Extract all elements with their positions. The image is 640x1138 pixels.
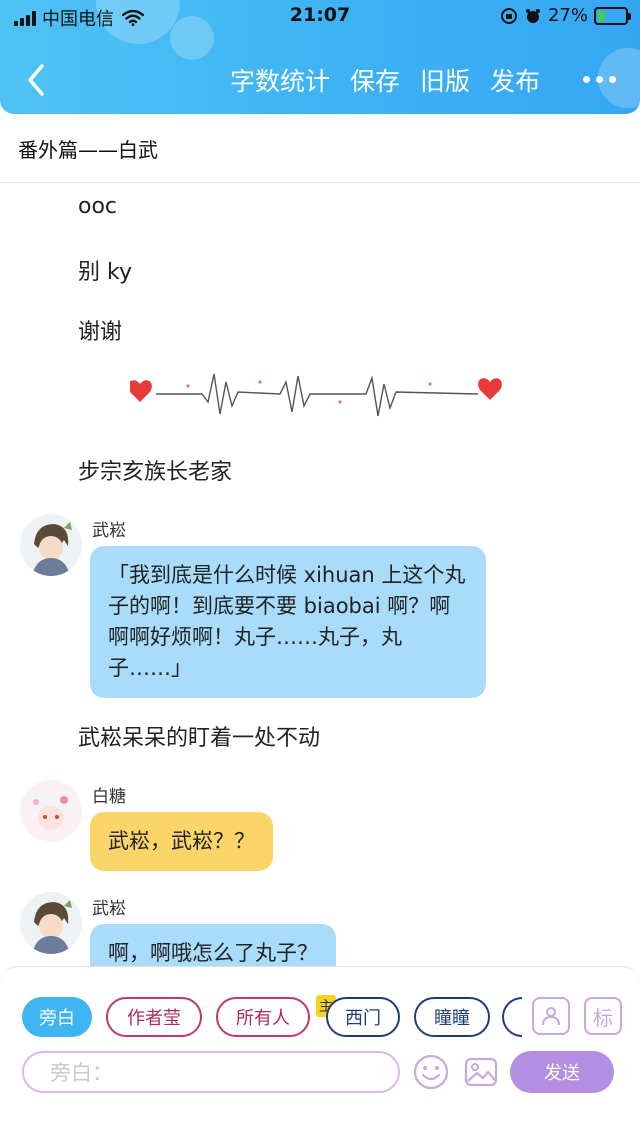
more-icon[interactable] [583, 76, 616, 83]
send-button[interactable]: 发送 [510, 1051, 614, 1093]
narration-line: 步宗亥族长老家 [78, 460, 233, 485]
nav-bar: 字数统计 保存 旧版 发布 [0, 56, 640, 104]
battery-percent: 27% [547, 5, 588, 26]
narration-line: ooc [78, 194, 118, 219]
role-chip-author[interactable]: 作者莹 [106, 997, 202, 1037]
role-chip-tongtong[interactable]: 瞳瞳 [414, 997, 490, 1037]
status-bar: 中国电信 21:07 27% [0, 0, 640, 34]
emoji-icon[interactable] [412, 1053, 450, 1091]
old-version-button[interactable]: 旧版 [420, 62, 470, 98]
narration-input[interactable]: 旁白： [22, 1051, 400, 1093]
message-sender-name: 白糖 [92, 787, 126, 807]
narration-line: 别 ky [78, 260, 132, 285]
status-right: 27% [500, 5, 631, 26]
composer-panel: 旁白 作者莹 所有人 主 西门 瞳瞳 标 旁白： 发送 [0, 966, 640, 1138]
narration-line: 武崧呆呆的盯着一处不动 [78, 726, 321, 751]
avatar-wusong[interactable] [20, 514, 82, 576]
avatar-wusong[interactable] [20, 892, 82, 954]
nav-actions: 字数统计 保存 旧版 发布 [230, 62, 540, 98]
battery-level-fill [598, 10, 606, 21]
alarm-icon [525, 8, 540, 23]
character-icon[interactable] [532, 997, 570, 1035]
save-button[interactable]: 保存 [350, 62, 400, 98]
heartbeat-divider-image [130, 373, 502, 417]
chapter-title[interactable]: 番外篇——白武 [18, 134, 158, 163]
role-chip-ximen[interactable]: 西门 [326, 997, 400, 1037]
battery-icon [594, 6, 631, 25]
role-chip-all[interactable]: 所有人 [216, 997, 310, 1037]
chat-bubble[interactable]: 武崧，武崧？？ [90, 812, 273, 871]
divider [0, 182, 640, 183]
avatar-baitang[interactable] [20, 780, 82, 842]
role-chip-narrator[interactable]: 旁白 [22, 997, 92, 1037]
chat-bubble[interactable]: 「我到底是什么时候 xihuan 上这个丸子的啊！到底要不要 biaobai 啊… [90, 546, 486, 698]
role-chip-partial[interactable] [502, 997, 522, 1037]
word-count-button[interactable]: 字数统计 [230, 62, 330, 98]
image-icon[interactable] [462, 1053, 500, 1091]
chevron-left-icon[interactable] [22, 62, 52, 98]
narration-line: 谢谢 [78, 320, 123, 345]
top-header: 中国电信 21:07 27% 字数统计 保存 旧版 发布 [0, 0, 640, 114]
publish-button[interactable]: 发布 [490, 62, 540, 98]
rotation-lock-icon [500, 7, 517, 24]
message-sender-name: 武崧 [92, 899, 126, 919]
mark-icon[interactable]: 标 [584, 997, 622, 1035]
message-sender-name: 武崧 [92, 521, 126, 541]
